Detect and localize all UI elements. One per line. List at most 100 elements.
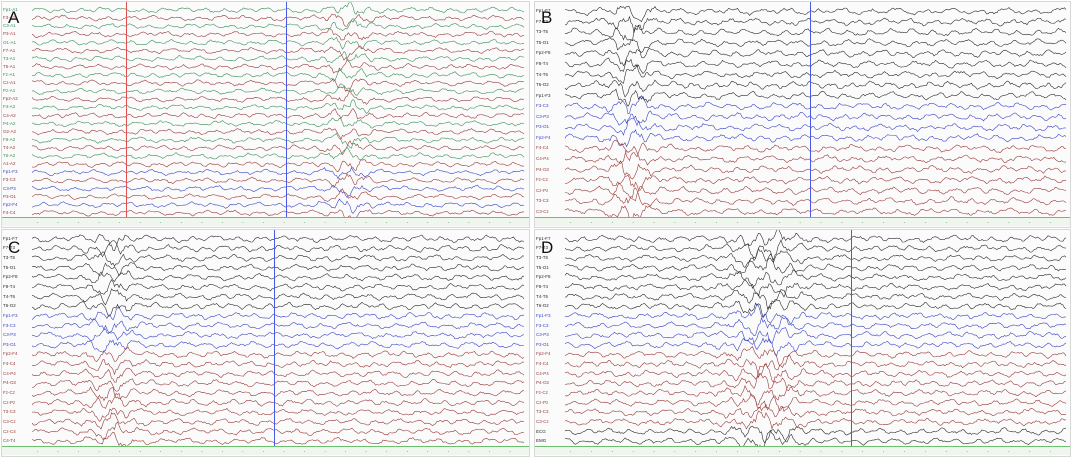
- panel-letter-b: B: [541, 8, 553, 27]
- eeg-trace: [564, 299, 1067, 319]
- channel-label: C3-P3: [3, 185, 16, 191]
- time-tick: ·: [467, 449, 471, 455]
- channel-label: Cz-A1: [3, 80, 16, 86]
- eeg-trace: [31, 68, 525, 82]
- time-tick: ·: [819, 449, 823, 455]
- time-tick: ·: [323, 449, 327, 455]
- time-axis-bar: · · · · · · · · · · · · · · · · · · · · · · · ·: [535, 217, 1070, 226]
- time-tick: ·: [159, 449, 163, 455]
- eeg-trace: [564, 269, 1067, 289]
- time-tick: ·: [673, 449, 677, 455]
- channel-label: P3-O1: [3, 341, 17, 347]
- channel-label: F7-A1: [3, 47, 16, 53]
- channel-label: P4-O2: [536, 166, 550, 172]
- eeg-trace: [31, 140, 525, 156]
- time-tick: ·: [1049, 220, 1053, 226]
- eeg-trace: [564, 393, 1067, 412]
- channel-label: T6-O2: [536, 82, 549, 88]
- time-tick: ·: [97, 220, 101, 226]
- channel-label: C4-A2: [3, 112, 16, 118]
- time-tick: ·: [487, 449, 491, 455]
- eeg-trace: [31, 188, 525, 202]
- time-tick: ·: [798, 449, 802, 455]
- time-axis-bar: · · · · · · · · · · · · · · · · · · · · · · · ·: [2, 217, 529, 226]
- channel-label: C3-P3: [536, 332, 549, 338]
- time-cursor[interactable]: [810, 2, 812, 217]
- eeg-trace: [564, 182, 1067, 202]
- channel-label: F4-C4: [3, 209, 16, 215]
- channel-label: F8-A2: [3, 136, 16, 142]
- eeg-trace: [31, 324, 525, 342]
- eeg-trace: [564, 160, 1067, 180]
- channel-label: T6-A2: [3, 153, 16, 159]
- eeg-trace: [31, 117, 525, 129]
- time-tick: ·: [903, 220, 907, 226]
- time-tick: ·: [569, 220, 573, 226]
- time-tick: ·: [446, 220, 450, 226]
- panel-letter-d: D: [541, 238, 554, 257]
- channel-label: P3-O1: [536, 341, 550, 347]
- eeg-trace: [564, 24, 1067, 42]
- eeg-trace: [31, 412, 525, 430]
- eeg-trace: [564, 327, 1067, 345]
- eeg-trace: [564, 63, 1067, 84]
- time-cursor[interactable]: [273, 230, 275, 446]
- eeg-trace: [564, 174, 1067, 191]
- channel-label: T5-O1: [3, 264, 16, 270]
- eeg-panel-d: D Fp1-F7 F7-T3 T3-T5 T5-O1 Fp2-F8 F8-T4 T4-T6 T…: [534, 229, 1071, 457]
- channel-label: F8-T4: [3, 284, 16, 289]
- channel-label: Fp2-F8: [3, 274, 18, 280]
- time-tick: ·: [840, 220, 844, 226]
- time-tick: ·: [882, 220, 886, 226]
- channel-label: F4-C4: [536, 145, 549, 151]
- eeg-panel-a: A Fp1-A1 F3-A1 C3-A1 P3-A1 O1-A1 F7-A1 T3-A1 T5…: [1, 1, 530, 228]
- time-tick: ·: [861, 449, 865, 455]
- channel-label: Fp2-F4: [536, 351, 551, 357]
- channel-label: C3-Cz: [536, 208, 549, 214]
- channel-label: P4-A2: [3, 120, 16, 126]
- eeg-traces-c: [31, 233, 525, 449]
- time-cursor[interactable]: [850, 230, 852, 446]
- eeg-trace: [31, 198, 525, 214]
- time-tick: ·: [241, 220, 245, 226]
- channel-label: ECG: [536, 428, 546, 434]
- time-tick: ·: [610, 220, 614, 226]
- eeg-trace: [564, 145, 1067, 166]
- channel-label: C4-P4: [3, 370, 16, 376]
- channel-label: Fp1-F3: [3, 312, 18, 318]
- time-tick: ·: [56, 449, 60, 455]
- time-cursor[interactable]: [125, 2, 127, 217]
- channel-label: T3-A1: [3, 55, 16, 61]
- time-tick: ·: [159, 220, 163, 226]
- channel-label: C4-P4: [536, 155, 549, 161]
- eeg-trace: [31, 78, 525, 92]
- eeg-trace: [31, 146, 525, 161]
- time-tick: ·: [36, 220, 40, 226]
- time-tick: ·: [303, 220, 307, 226]
- time-tick: ·: [777, 449, 781, 455]
- channel-label: Pz-A1: [3, 88, 16, 94]
- channel-label: C3-Cz: [536, 418, 549, 424]
- time-tick: ·: [736, 449, 740, 455]
- time-tick: ·: [715, 220, 719, 226]
- channel-label: T4-T6: [3, 293, 16, 299]
- time-tick: ·: [77, 449, 81, 455]
- time-tick: ·: [220, 220, 224, 226]
- eeg-trace: [31, 99, 525, 114]
- time-tick: ·: [777, 220, 781, 226]
- time-tick: ·: [405, 449, 409, 455]
- time-cursor[interactable]: [285, 2, 287, 217]
- time-tick: ·: [261, 220, 265, 226]
- channel-label: F4-C4: [3, 361, 16, 367]
- time-axis-bar: · · · · · · · · · · · · · · · · · · · · · · · ·: [535, 446, 1070, 455]
- time-tick: ·: [903, 449, 907, 455]
- time-tick: ·: [736, 220, 740, 226]
- eeg-trace: [31, 172, 525, 188]
- time-tick: ·: [36, 449, 40, 455]
- eeg-trace: [31, 107, 525, 120]
- channel-label: C3-P3: [3, 332, 16, 338]
- eeg-trace: [564, 5, 1067, 23]
- channel-label: F4-A2: [3, 104, 16, 110]
- time-tick: ·: [589, 449, 593, 455]
- time-tick: ·: [631, 449, 635, 455]
